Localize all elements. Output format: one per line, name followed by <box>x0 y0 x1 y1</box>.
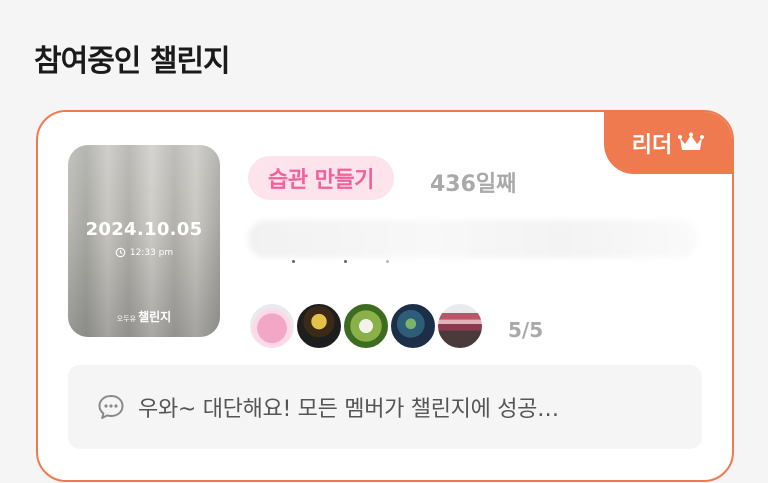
member-avatar[interactable] <box>342 302 390 350</box>
leader-badge: 리더 <box>604 112 732 174</box>
thumbnail-brand-text: 챌린지 <box>138 310 172 324</box>
chat-bubble-icon <box>98 395 124 419</box>
crown-icon <box>678 132 705 150</box>
challenge-title-blurred <box>248 220 698 258</box>
challenge-card[interactable]: 리더 2024.10.05 12:33 pm 오두유 챌린지 습관 만들기 436… <box>36 110 734 482</box>
day-count: 436일째 <box>430 172 517 197</box>
member-count: 5/5 <box>508 318 544 342</box>
latest-comment-box[interactable]: 우와~ 대단해요! 모든 멤버가 챌린지에 성공… <box>68 365 702 449</box>
thumbnail-brand: 오두유 챌린지 <box>68 308 220 325</box>
category-tag: 습관 만들기 <box>248 156 394 200</box>
blurred-text-dots <box>292 260 392 266</box>
thumbnail-brand-small: 오두유 <box>116 315 137 323</box>
thumbnail-date: 2024.10.05 <box>85 219 203 240</box>
member-avatar[interactable] <box>389 302 437 350</box>
latest-comment-text: 우와~ 대단해요! 모든 멤버가 챌린지에 성공… <box>138 397 559 422</box>
member-avatars[interactable] <box>248 302 484 350</box>
member-avatar[interactable] <box>295 302 343 350</box>
member-avatar[interactable] <box>436 302 484 350</box>
thumbnail-time: 12:33 pm <box>68 247 220 258</box>
leader-badge-label: 리더 <box>631 133 673 158</box>
section-title: 참여중인 챌린지 <box>34 44 231 79</box>
member-avatar[interactable] <box>248 302 296 350</box>
thumbnail-time-text: 12:33 pm <box>129 247 174 258</box>
challenge-thumbnail[interactable]: 2024.10.05 12:33 pm 오두유 챌린지 <box>68 145 220 337</box>
clock-icon <box>115 247 126 258</box>
